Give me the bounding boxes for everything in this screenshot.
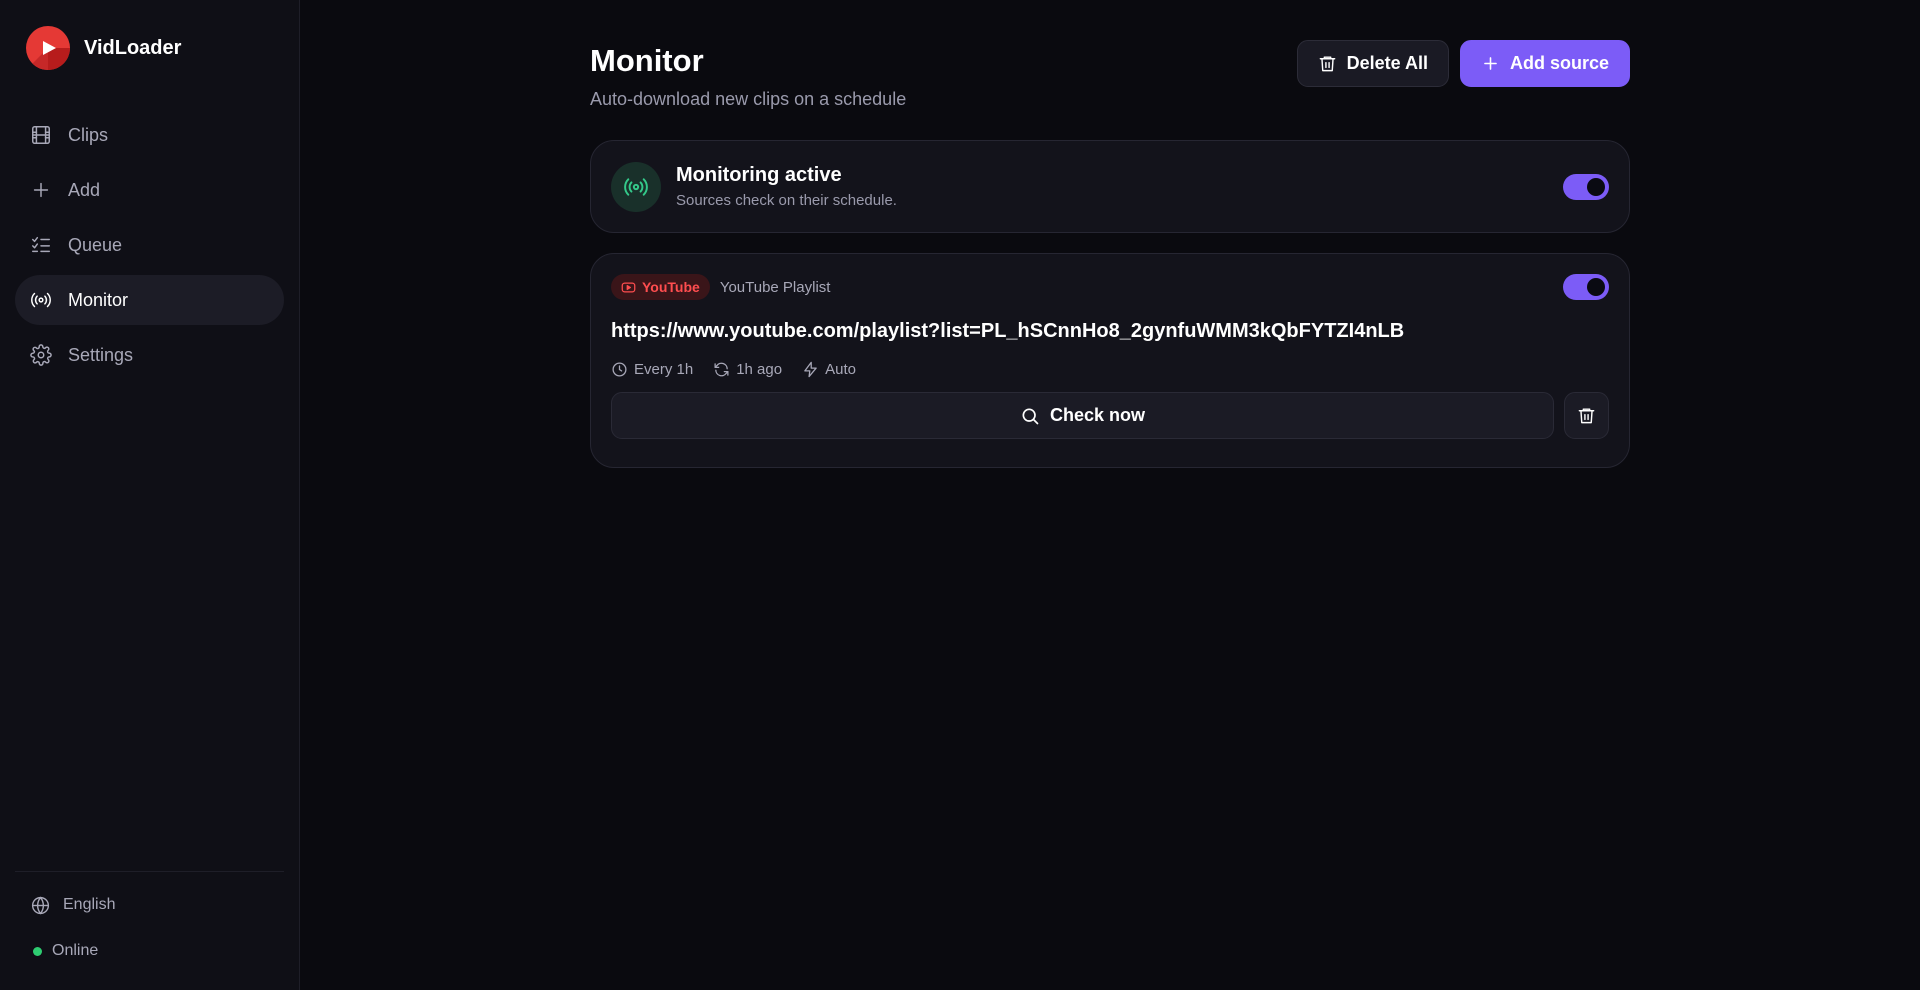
sidebar-item-settings[interactable]: Settings <box>15 330 284 380</box>
sidebar-item-label: Monitor <box>68 289 129 310</box>
language-label: English <box>63 896 116 913</box>
source-actions: Check now <box>611 392 1609 439</box>
mode-label: Auto <box>825 361 856 378</box>
app-logo-icon <box>26 26 70 70</box>
youtube-icon <box>621 282 636 292</box>
monitor-page: Monitor Auto-download new clips on a sch… <box>590 40 1630 468</box>
monitoring-text: Monitoring active Sources check on their… <box>676 164 1563 209</box>
page-subtitle: Auto-download new clips on a schedule <box>590 89 907 109</box>
check-now-label: Check now <box>1049 405 1146 425</box>
connection-status: Online <box>15 936 284 966</box>
lightning-icon <box>804 361 817 378</box>
sidebar-footer: English Online <box>15 871 284 990</box>
clock-icon <box>612 362 627 377</box>
source-meta: Every 1h 1h ago Auto <box>611 361 1609 378</box>
add-source-label: Add source <box>1509 53 1609 73</box>
sidebar-item-add[interactable]: Add <box>15 165 284 215</box>
plus-icon <box>33 182 49 198</box>
last-checked: 1h ago <box>713 361 782 378</box>
monitoring-description: Sources check on their schedule. <box>676 192 897 209</box>
app-root: VidLoader Clips Add Queue Monitor Settin… <box>0 0 1920 990</box>
toggle-knob <box>1587 278 1605 296</box>
sidebar-nav: Clips Add Queue Monitor Settings <box>15 110 284 380</box>
monitoring-status-card: Monitoring active Sources check on their… <box>590 140 1630 233</box>
sidebar-item-clips[interactable]: Clips <box>15 110 284 160</box>
search-icon <box>1022 408 1039 424</box>
page-header: Monitor Auto-download new clips on a sch… <box>590 40 1630 110</box>
list-check-icon <box>32 236 50 253</box>
sidebar-item-label: Settings <box>68 344 134 365</box>
add-source-button[interactable]: Add source <box>1459 40 1630 87</box>
platform-badge: YouTube <box>611 274 710 300</box>
page-heading: Monitor Auto-download new clips on a sch… <box>590 40 906 110</box>
source-toggle[interactable] <box>1563 274 1609 300</box>
film-icon <box>32 126 50 144</box>
source-url: https://www.youtube.com/playlist?list=PL… <box>611 320 1405 342</box>
language-selector[interactable]: English <box>15 890 284 920</box>
refresh-icon <box>714 362 729 377</box>
globe-icon <box>31 896 50 914</box>
toggle-knob <box>1587 177 1605 196</box>
trash-icon <box>1578 408 1595 424</box>
app-name: VidLoader <box>84 36 182 59</box>
radar-icon <box>624 177 648 196</box>
monitoring-icon-badge <box>611 161 661 212</box>
sidebar-item-queue[interactable]: Queue <box>15 220 284 270</box>
source-card: YouTube YouTube Playlist https://www.you… <box>590 253 1630 468</box>
check-now-button[interactable]: Check now <box>611 392 1554 439</box>
radar-icon <box>31 292 51 308</box>
status-label: Online <box>52 942 99 959</box>
source-type: YouTube Playlist <box>719 278 831 296</box>
last-checked-label: 1h ago <box>736 361 783 378</box>
download-mode: Auto <box>802 361 856 378</box>
delete-all-button[interactable]: Delete All <box>1296 40 1449 87</box>
interval-label: Every 1h <box>634 361 694 378</box>
delete-all-label: Delete All <box>1346 53 1428 73</box>
gear-icon <box>30 344 52 366</box>
plus-icon <box>1484 57 1497 70</box>
trash-icon <box>1319 56 1335 72</box>
platform-label: YouTube <box>642 279 700 295</box>
page-title: Monitor <box>590 43 704 78</box>
main-content: Monitor Auto-download new clips on a sch… <box>300 0 1920 990</box>
monitoring-toggle[interactable] <box>1563 173 1609 200</box>
brand[interactable]: VidLoader <box>15 0 284 96</box>
status-dot <box>33 946 42 956</box>
check-interval: Every 1h <box>611 361 693 378</box>
sidebar-item-label: Clips <box>68 124 109 145</box>
sidebar-item-label: Add <box>68 179 101 200</box>
monitoring-title: Monitoring active <box>676 164 842 186</box>
delete-source-button[interactable] <box>1564 392 1609 439</box>
header-actions: Delete All Add source <box>1296 40 1630 87</box>
sidebar: VidLoader Clips Add Queue Monitor Settin… <box>0 0 300 990</box>
source-header: YouTube YouTube Playlist <box>611 274 1609 300</box>
sidebar-item-label: Queue <box>68 234 123 255</box>
sidebar-item-monitor[interactable]: Monitor <box>15 275 284 325</box>
